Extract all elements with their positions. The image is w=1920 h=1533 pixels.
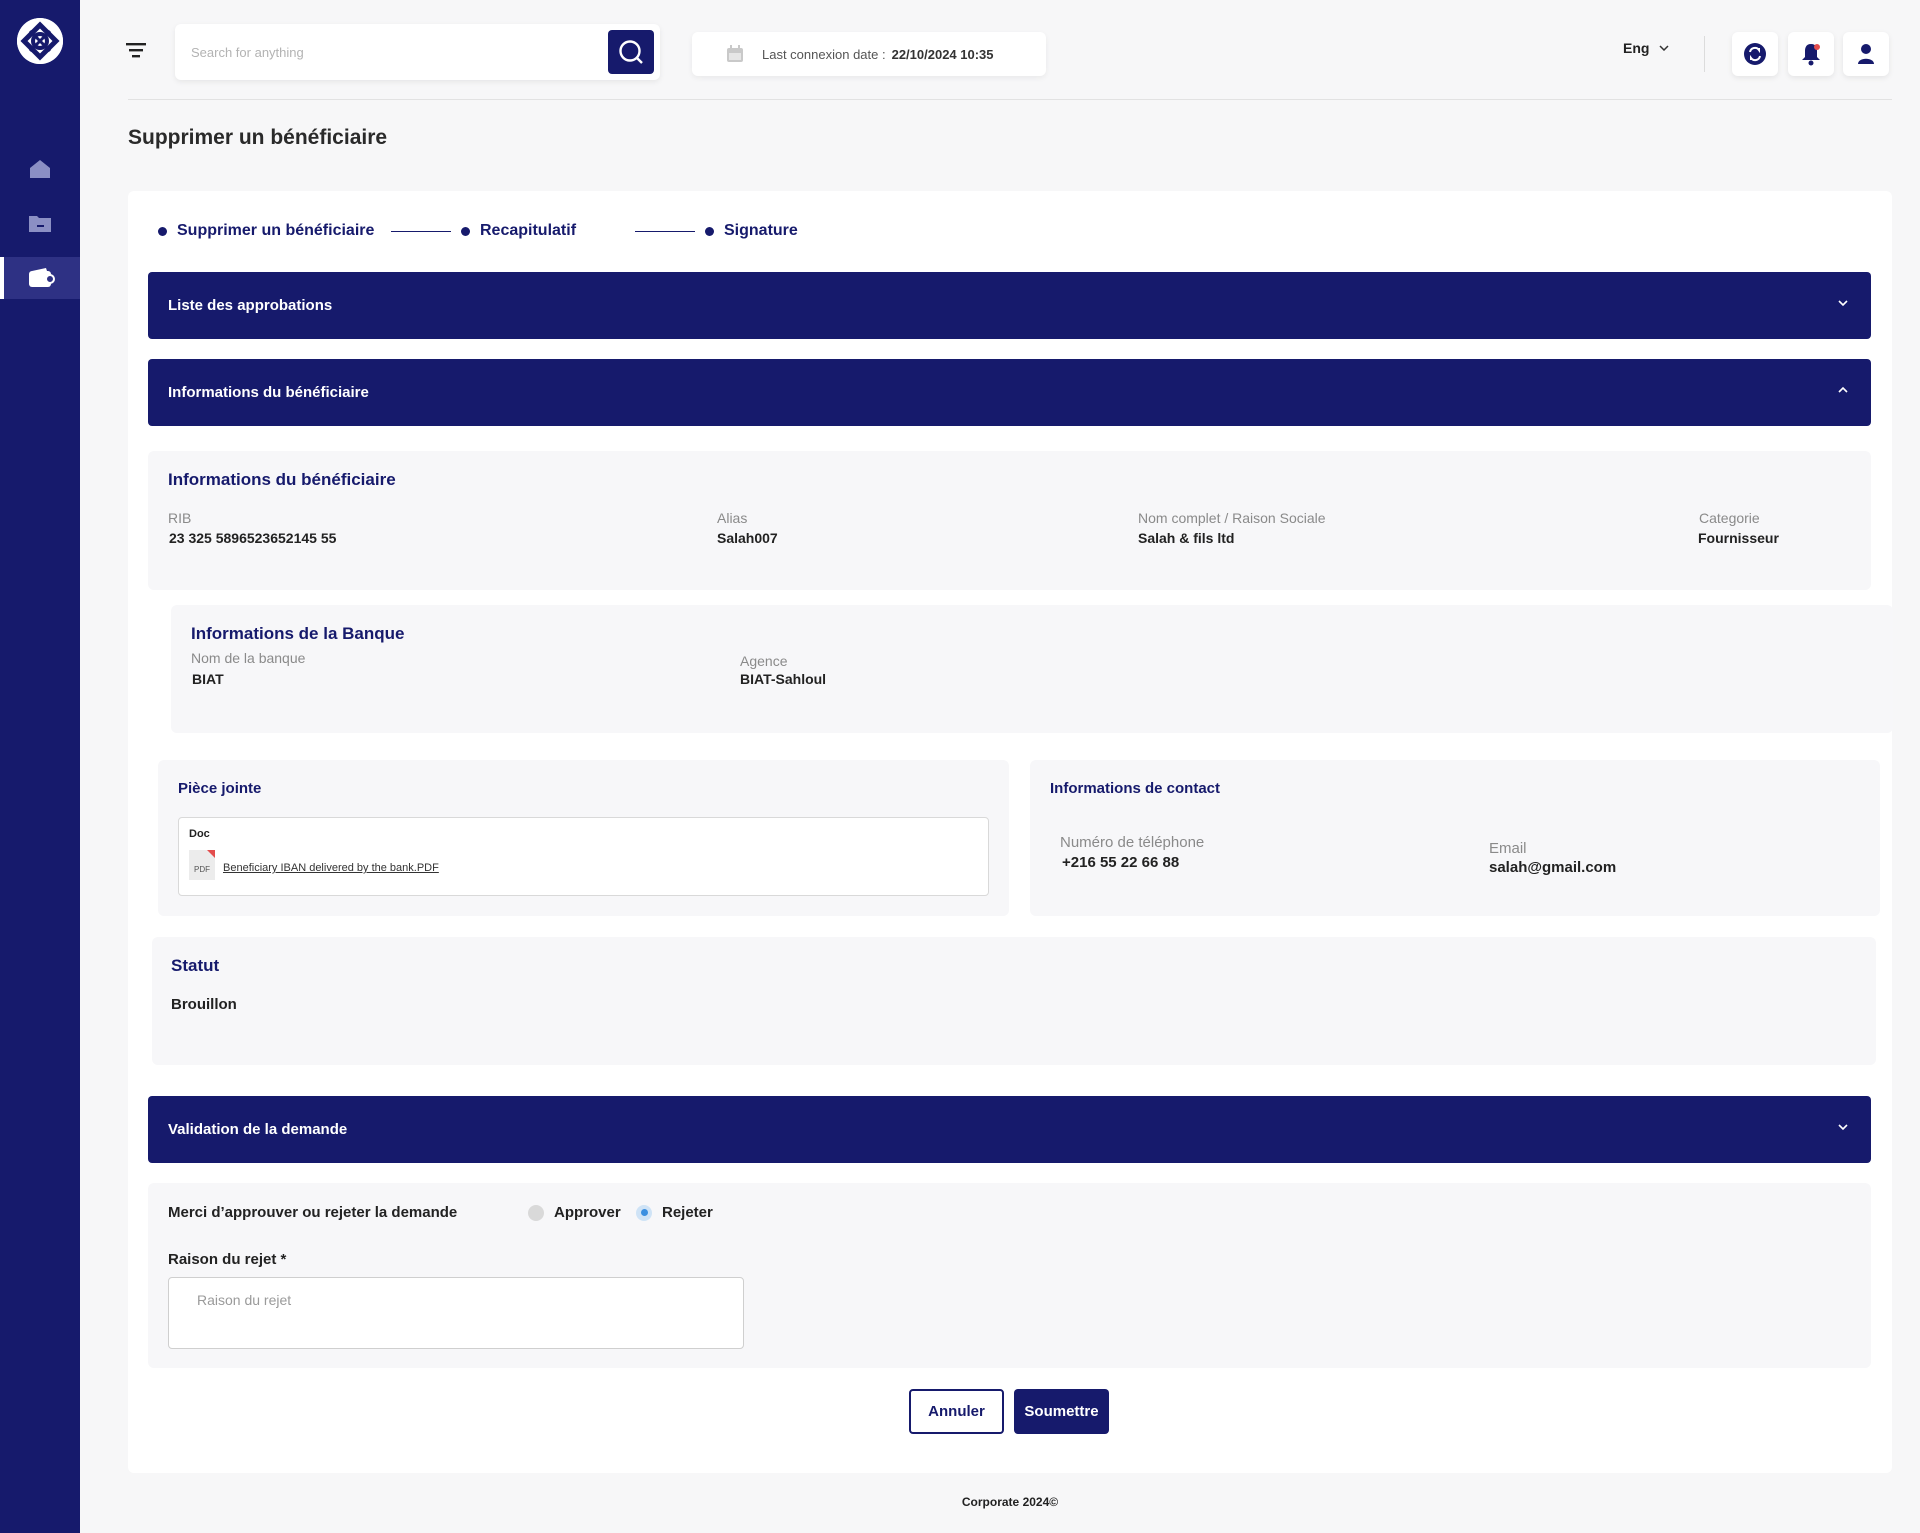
step-2[interactable]: Recapitulatif	[461, 222, 576, 240]
approval-question: Merci d’approuver ou rejeter la demande	[168, 1204, 458, 1221]
approve-radio[interactable]: Approver	[528, 1204, 621, 1221]
bank-info-title: Informations de la Banque	[191, 624, 405, 643]
contact-title: Informations de contact	[1050, 780, 1221, 797]
search-icon	[619, 40, 643, 64]
menu-toggle-button[interactable]	[124, 40, 152, 64]
agency-value: BIAT-Sahloul	[740, 671, 827, 687]
calendar-icon	[727, 45, 743, 62]
chevron-down-icon	[1659, 45, 1669, 51]
alias-label: Alias	[717, 510, 748, 526]
step-label: Supprimer un bénéficiaire	[177, 222, 375, 239]
search-input[interactable]	[191, 38, 571, 66]
phone-label: Numéro de téléphone	[1060, 834, 1205, 851]
category-value: Fournisseur	[1698, 530, 1779, 546]
approve-label: Approver	[554, 1204, 621, 1221]
sidebar-item-home[interactable]	[0, 148, 80, 190]
filter-menu-icon	[126, 43, 146, 58]
reject-label: Rejeter	[662, 1204, 713, 1221]
radio-circle-selected	[636, 1204, 652, 1221]
file-type-label: PDF	[194, 865, 210, 874]
alias-value: Salah007	[717, 530, 778, 546]
step-3[interactable]: Signature	[705, 222, 798, 240]
step-label: Signature	[724, 222, 798, 239]
bell-icon	[1802, 44, 1820, 66]
accordion-title: Liste des approbations	[168, 297, 333, 314]
sync-button[interactable]	[1732, 32, 1778, 76]
category-label: Categorie	[1699, 510, 1760, 526]
step-dot	[461, 226, 470, 236]
page-title: Supprimer un bénéficiaire	[128, 126, 388, 149]
accordion-title: Validation de la demande	[168, 1121, 348, 1138]
step-dot	[158, 226, 167, 236]
chevron-down-icon	[1838, 1124, 1848, 1131]
rib-label: RIB	[168, 510, 192, 526]
search-button[interactable]	[608, 30, 654, 74]
step-connector	[635, 231, 695, 232]
full-name-value: Salah & fils ltd	[1138, 530, 1235, 546]
language-label: Eng	[1623, 40, 1650, 56]
bank-name-label: Nom de la banque	[191, 650, 306, 666]
sidebar-item-wallet[interactable]	[0, 257, 80, 299]
status-title: Statut	[171, 956, 220, 975]
beneficiary-info-title: Informations du bénéficiaire	[168, 470, 396, 489]
header-divider	[1704, 36, 1705, 72]
chevron-down-icon	[1838, 300, 1848, 307]
pdf-file-icon: PDF	[189, 850, 215, 880]
last-connexion-label: Last connexion date :	[762, 46, 886, 62]
accordion-beneficiary[interactable]: Informations du bénéficiaire	[148, 359, 1871, 426]
last-connexion-date: 22/10/2024 10:35	[891, 46, 994, 62]
language-selector[interactable]: Eng	[1623, 40, 1669, 56]
radio-circle	[528, 1204, 544, 1221]
footer-copyright: Corporate 2024©	[961, 1495, 1059, 1509]
accordion-approvals[interactable]: Liste des approbations	[148, 272, 1871, 339]
accordion-validation[interactable]: Validation de la demande	[148, 1096, 1871, 1163]
bank-info-panel: Informations de la Banque Nom de la banq…	[171, 605, 1893, 733]
rejection-reason-input[interactable]	[168, 1277, 744, 1349]
agency-label: Agence	[740, 653, 788, 669]
sidebar-item-folder[interactable]	[0, 202, 80, 244]
cancel-button[interactable]: Annuler	[909, 1389, 1004, 1434]
user-icon	[1858, 44, 1874, 64]
beneficiary-info-panel: Informations du bénéficiaire RIB 23 325 …	[148, 451, 1871, 590]
email-label: Email	[1489, 840, 1527, 857]
full-name-label: Nom complet / Raison Sociale	[1138, 510, 1326, 526]
wallet-icon	[29, 268, 55, 287]
step-1[interactable]: Supprimer un bénéficiaire	[158, 222, 374, 240]
attachment-box: Doc PDF Beneficiary IBAN delivered by th…	[178, 817, 989, 896]
home-icon	[30, 160, 50, 178]
step-connector	[391, 231, 451, 232]
sidebar	[0, 0, 80, 1533]
profile-button[interactable]	[1843, 32, 1889, 76]
rib-value: 23 325 5896523652145 55	[169, 530, 337, 546]
notifications-button[interactable]	[1788, 32, 1834, 76]
accordion-title: Informations du bénéficiaire	[168, 384, 369, 401]
step-label: Recapitulatif	[480, 222, 577, 239]
sync-icon	[1744, 43, 1766, 65]
bank-name-value: BIAT	[192, 671, 224, 687]
folder-icon	[29, 216, 51, 232]
attachment-file-link[interactable]: Beneficiary IBAN delivered by the bank.P…	[223, 862, 439, 874]
logo-icon[interactable]	[17, 18, 63, 64]
rejection-reason-label: Raison du rejet *	[168, 1251, 287, 1268]
status-value: Brouillon	[171, 996, 237, 1013]
attachment-title: Pièce jointe	[178, 780, 262, 797]
phone-value: +216 55 22 66 88	[1062, 854, 1180, 871]
last-connexion-info: Last connexion date : 22/10/2024 10:35	[692, 32, 1046, 76]
submit-button[interactable]: Soumettre	[1014, 1389, 1109, 1434]
reject-radio[interactable]: Rejeter	[636, 1204, 713, 1221]
step-dot	[705, 226, 714, 236]
chevron-up-icon	[1838, 386, 1848, 393]
email-value: salah@gmail.com	[1489, 859, 1617, 876]
header-separator	[128, 99, 1892, 100]
doc-label: Doc	[189, 828, 210, 840]
contact-panel: Informations de contact Numéro de téléph…	[1030, 760, 1880, 916]
status-panel: Statut Brouillon	[152, 937, 1876, 1065]
search-bar	[175, 24, 660, 80]
